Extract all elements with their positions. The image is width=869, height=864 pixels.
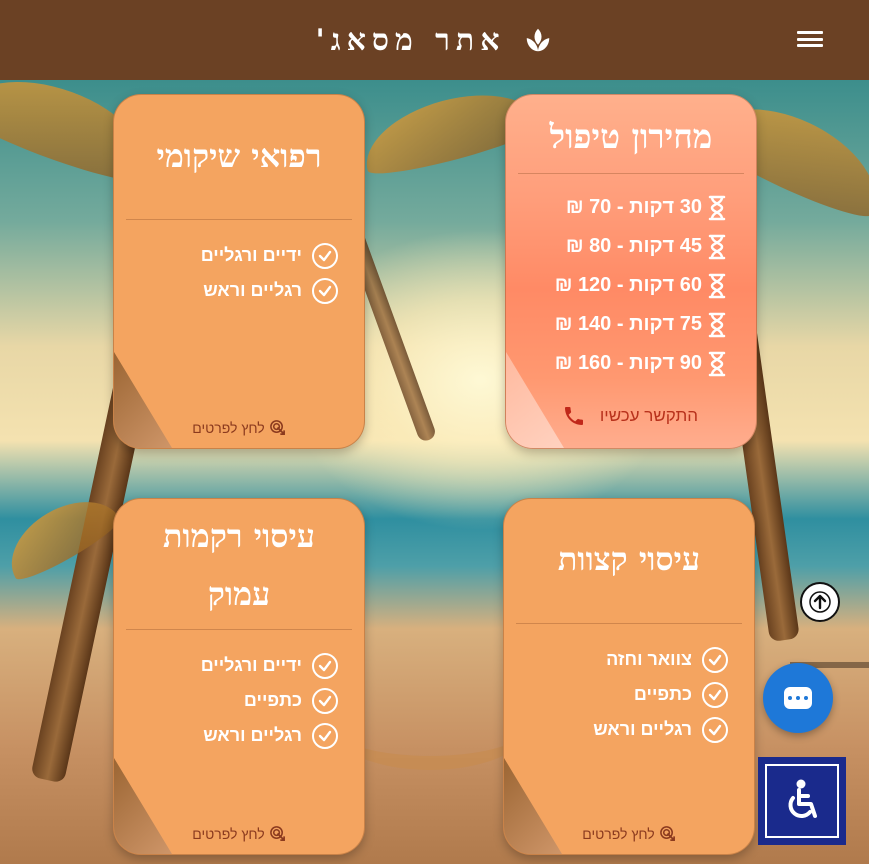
site-header: אתר מסאג' bbox=[0, 0, 869, 80]
arrow-up-icon bbox=[809, 591, 831, 613]
price-list: 30 דקות - 70 ₪ 45 דקות - 80 ₪ 60 דקות - … bbox=[506, 174, 756, 383]
price-item: 60 דקות - 120 ₪ bbox=[506, 266, 726, 305]
site-title: אתר מסאג' bbox=[315, 22, 506, 58]
check-circle-icon bbox=[312, 652, 338, 679]
details-label: לחץ לפרטים bbox=[192, 419, 265, 436]
check-circle-icon bbox=[702, 681, 728, 708]
price-item: 75 דקות - 140 ₪ bbox=[506, 305, 726, 344]
list-item: ידיים ורגליים bbox=[114, 648, 338, 683]
list-item: כתפיים bbox=[114, 683, 338, 718]
details-link[interactable]: לחץ לפרטים bbox=[114, 825, 364, 842]
hourglass-icon bbox=[708, 273, 726, 298]
chat-bubble-icon bbox=[784, 687, 812, 709]
feature-list: צוואר וחזה כתפיים רגליים וראש bbox=[504, 624, 754, 747]
click-pointer-icon bbox=[659, 826, 675, 841]
card-title: מחירון טיפול bbox=[549, 117, 713, 156]
details-label: לחץ לפרטים bbox=[192, 825, 265, 842]
price-item: 45 דקות - 80 ₪ bbox=[506, 227, 726, 266]
list-item: רגליים וראש bbox=[114, 273, 338, 308]
card-title: רפואי שיקומי bbox=[156, 137, 322, 175]
details-label: לחץ לפרטים bbox=[582, 825, 655, 842]
wheelchair-icon bbox=[788, 779, 817, 818]
deep-tissue-card[interactable]: עיסוי רקמות עמוק ידיים ורגליים כתפיים רג… bbox=[113, 498, 365, 855]
hourglass-icon bbox=[708, 234, 726, 259]
accessibility-button[interactable] bbox=[758, 757, 846, 845]
rehab-massage-card[interactable]: רפואי שיקומי ידיים ורגליים רגליים וראש ל… bbox=[113, 94, 365, 449]
card-title: עיסוי רקמות עמוק bbox=[163, 517, 315, 613]
hourglass-icon bbox=[708, 312, 726, 337]
list-item: ידיים ורגליים bbox=[114, 238, 338, 273]
feature-list: ידיים ורגליים כתפיים רגליים וראש bbox=[114, 630, 364, 753]
check-circle-icon bbox=[702, 646, 728, 673]
phone-icon bbox=[564, 407, 583, 425]
price-item: 90 דקות - 160 ₪ bbox=[506, 344, 726, 383]
hourglass-icon bbox=[708, 351, 726, 376]
call-now-label: התקשר עכשיו bbox=[599, 406, 698, 425]
list-item: רגליים וראש bbox=[504, 712, 728, 747]
edges-massage-card[interactable]: עיסוי קצוות צוואר וחזה כתפיים רגליים ורא… bbox=[503, 498, 755, 855]
hamburger-menu-icon[interactable] bbox=[797, 28, 823, 50]
check-circle-icon bbox=[702, 716, 728, 743]
scroll-to-top-button[interactable] bbox=[800, 582, 840, 622]
list-item: צוואר וחזה bbox=[504, 642, 728, 677]
call-now-link[interactable]: התקשר עכשיו bbox=[562, 404, 698, 428]
check-circle-icon bbox=[312, 242, 338, 269]
price-item: 30 דקות - 70 ₪ bbox=[506, 188, 726, 227]
spa-leaf-icon bbox=[527, 28, 550, 52]
list-item: רגליים וראש bbox=[114, 718, 338, 753]
chat-button[interactable] bbox=[763, 663, 833, 733]
card-title: עיסוי קצוות bbox=[557, 540, 701, 578]
check-circle-icon bbox=[312, 687, 338, 714]
details-link[interactable]: לחץ לפרטים bbox=[114, 419, 364, 436]
list-item: כתפיים bbox=[504, 677, 728, 712]
pricing-card: מחירון טיפול 30 דקות - 70 ₪ 45 דקות - 80… bbox=[505, 94, 757, 449]
brand[interactable]: אתר מסאג' bbox=[316, 23, 554, 58]
details-link[interactable]: לחץ לפרטים bbox=[504, 825, 754, 842]
hourglass-icon bbox=[708, 195, 726, 220]
click-pointer-icon bbox=[269, 420, 285, 435]
check-circle-icon bbox=[312, 277, 338, 304]
click-pointer-icon bbox=[269, 826, 285, 841]
feature-list: ידיים ורגליים רגליים וראש bbox=[114, 220, 364, 308]
check-circle-icon bbox=[312, 722, 338, 749]
